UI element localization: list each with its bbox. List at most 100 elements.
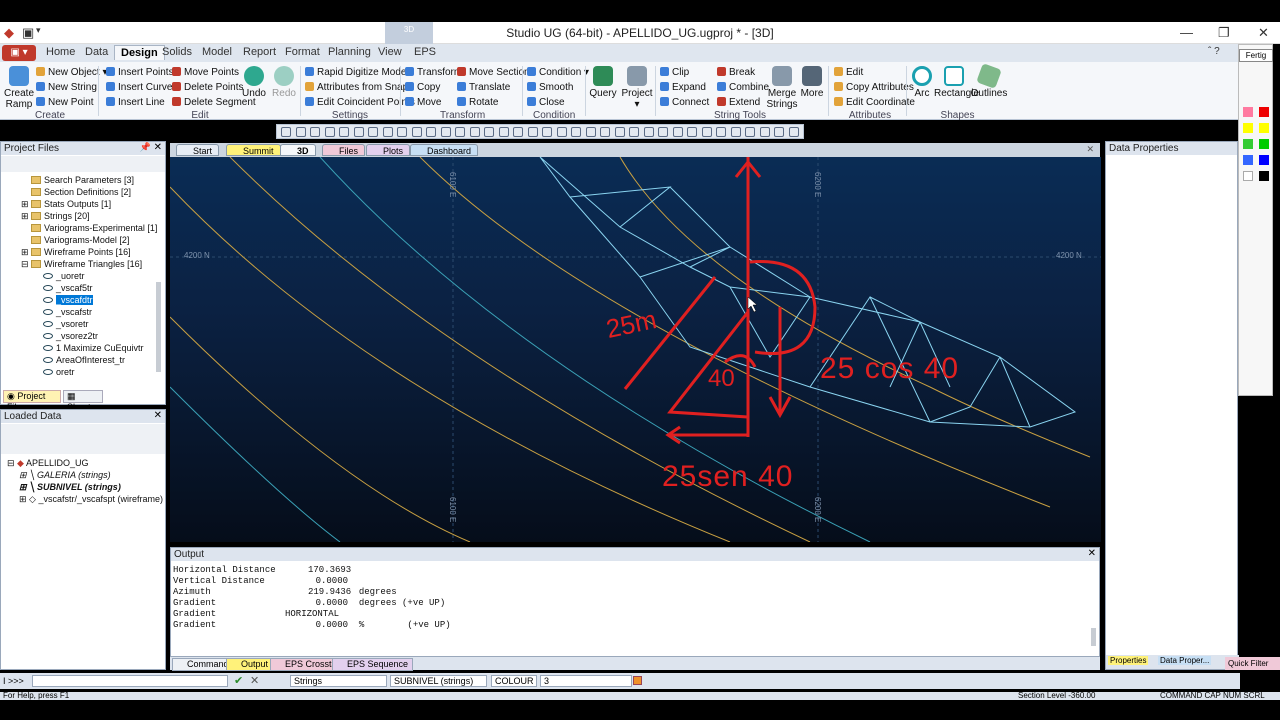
tab-eps-sequence[interactable]: EPS Sequence	[332, 658, 414, 671]
outlines-button[interactable]: Outlines	[970, 63, 1008, 99]
toolbar-tool-icon[interactable]	[672, 127, 683, 137]
tree-item[interactable]: ⊞ Strings [20]	[21, 211, 90, 222]
toolbar-tool-icon[interactable]	[426, 127, 436, 137]
scrollbar[interactable]	[1091, 628, 1096, 646]
tab-format[interactable]: Format	[285, 46, 320, 58]
toolbar-tool-icon[interactable]	[527, 127, 538, 137]
command-input[interactable]	[32, 675, 228, 687]
tree-item[interactable]: ⊟ Wireframe Triangles [16]	[21, 259, 142, 270]
tree-item[interactable]: ⊞ Wireframe Points [16]	[21, 247, 131, 258]
translate-button[interactable]: Translate	[457, 82, 510, 93]
move-section-button[interactable]: Move Section	[457, 67, 530, 78]
arc-button[interactable]: Arc	[908, 66, 936, 99]
toolbar-tool-icon[interactable]	[687, 127, 697, 137]
toolbar-tool-icon[interactable]	[382, 127, 393, 137]
tree-child[interactable]: _vscaf5tr	[43, 283, 93, 293]
toolbar-tool-icon[interactable]	[614, 127, 625, 137]
insert-curve-button[interactable]: Insert Curve	[106, 82, 172, 93]
more-button[interactable]: More	[798, 66, 826, 99]
loaded-item[interactable]: ⊞ ◇ _vscafstr/_vscafspt (wireframe)	[19, 494, 163, 505]
tab-solids[interactable]: Solids	[162, 46, 192, 58]
toolbar-tool-icon[interactable]	[788, 127, 799, 137]
redo-button[interactable]: Redo	[270, 66, 298, 99]
tab-model[interactable]: Model	[202, 46, 232, 58]
tree-item[interactable]: Search Parameters [3]	[31, 175, 134, 185]
tab-report[interactable]: Report	[243, 46, 276, 58]
ribbon-help-icon[interactable]: ˆ ?	[1208, 46, 1220, 57]
toolbar-tool-icon[interactable]	[629, 127, 639, 137]
fertig-label[interactable]: Fertig	[1239, 49, 1273, 62]
check-icon[interactable]: ✔	[234, 674, 243, 687]
tab-planning[interactable]: Planning	[328, 46, 371, 58]
colour-swatch[interactable]	[633, 676, 642, 685]
query-button[interactable]: Query	[588, 66, 618, 99]
toolbar-tool-icon[interactable]	[324, 127, 335, 137]
object-select[interactable]: SUBNIVEL (strings)	[390, 675, 487, 687]
toolbar-tool-icon[interactable]	[440, 127, 451, 137]
tree-child[interactable]: _vsorez2tr	[43, 331, 98, 341]
create-ramp-button[interactable]: Create Ramp	[0, 66, 38, 110]
tab-output[interactable]: Output	[226, 658, 274, 671]
toolbar-tool-icon[interactable]	[643, 127, 654, 137]
toolbar-tool-icon[interactable]	[716, 127, 726, 137]
delete-points-button[interactable]: Delete Points	[172, 82, 243, 93]
close-view-icon[interactable]: ✕	[1086, 144, 1094, 155]
edit-coordinate-button[interactable]: Edit Coordinate	[834, 97, 915, 108]
yellow-color-icon[interactable]	[1243, 123, 1253, 133]
tab-data[interactable]: Data	[85, 46, 108, 58]
new-point-button[interactable]: New Point	[36, 97, 94, 108]
close-panel-icon[interactable]: ✕	[154, 410, 162, 421]
loaded-item[interactable]: ⊞ ╲ SUBNIVEL (strings)	[19, 482, 121, 493]
toolbar-tool-icon[interactable]	[411, 127, 422, 137]
undo-button[interactable]: Undo	[240, 66, 268, 99]
toolbar-tool-icon[interactable]	[295, 127, 306, 137]
extend-button[interactable]: Extend	[717, 97, 760, 108]
edit-coincident-points-button[interactable]: Edit Coincident Points	[305, 97, 415, 108]
pin-icon[interactable]: 📌	[140, 142, 151, 153]
toolbar-tool-icon[interactable]	[339, 127, 349, 137]
cancel-icon[interactable]: ✕	[250, 674, 259, 687]
new-object-button[interactable]: New Object ▾	[36, 67, 108, 78]
merge-strings-button[interactable]: Merge Strings	[765, 66, 799, 110]
toolbar-tool-icon[interactable]	[281, 127, 291, 137]
toolbar-tool-icon[interactable]	[658, 127, 668, 137]
tree-item[interactable]: Variograms-Model [2]	[31, 235, 129, 245]
insert-line-button[interactable]: Insert Line	[106, 97, 165, 108]
toolbar-tool-icon[interactable]	[585, 127, 596, 137]
toolbar-tool-icon[interactable]	[310, 127, 320, 137]
green-color-icon[interactable]	[1243, 139, 1253, 149]
loaded-root[interactable]: ⊟ ◆ APELLIDO_UG	[7, 458, 89, 469]
move-points-button[interactable]: Move Points	[172, 67, 239, 78]
toolbar-tool-icon[interactable]	[759, 127, 770, 137]
yellow-color-icon[interactable]	[1259, 123, 1269, 133]
break-button[interactable]: Break	[717, 67, 755, 78]
tree-child[interactable]: _uoretr	[43, 271, 85, 281]
move-button[interactable]: Move	[405, 97, 441, 108]
tree-child[interactable]: oretr	[43, 367, 75, 377]
toolbar-tool-icon[interactable]	[774, 127, 784, 137]
toolbar-tool-icon[interactable]	[368, 127, 378, 137]
toolbar-tool-icon[interactable]	[484, 127, 494, 137]
edit-attributes-button[interactable]: Edit	[834, 67, 863, 78]
tree-child[interactable]: 1 Maximize CuEquivtr	[43, 343, 144, 353]
object-type-select[interactable]: Strings	[290, 675, 387, 687]
minimize-icon[interactable]: —	[1180, 25, 1193, 40]
toolbar-tool-icon[interactable]	[730, 127, 741, 137]
close-panel-icon[interactable]: ✕	[154, 142, 162, 153]
tab-quick-filter[interactable]: Quick Filter	[1225, 657, 1280, 670]
attributes-from-snap-button[interactable]: Attributes from Snap	[305, 82, 408, 93]
copy-button[interactable]: Copy	[405, 82, 440, 93]
tab-view[interactable]: View	[378, 46, 402, 58]
rapid-digitize-button[interactable]: Rapid Digitize Mode	[305, 67, 407, 78]
close-icon[interactable]: ✕	[1258, 25, 1269, 41]
red-color-icon[interactable]	[1259, 107, 1269, 117]
tab-eps[interactable]: EPS	[414, 46, 436, 58]
rectangle-button[interactable]: Rectangle	[934, 66, 979, 99]
file-menu-button[interactable]: ▣ ▾	[2, 45, 36, 61]
toolbar-tool-icon[interactable]	[513, 127, 523, 137]
toolbar-tool-icon[interactable]	[498, 127, 509, 137]
rotate-button[interactable]: Rotate	[457, 97, 498, 108]
view-tab-summit[interactable]: Summit	[226, 144, 281, 156]
toolbar-tool-icon[interactable]	[745, 127, 755, 137]
black-color-icon[interactable]	[1259, 171, 1269, 181]
